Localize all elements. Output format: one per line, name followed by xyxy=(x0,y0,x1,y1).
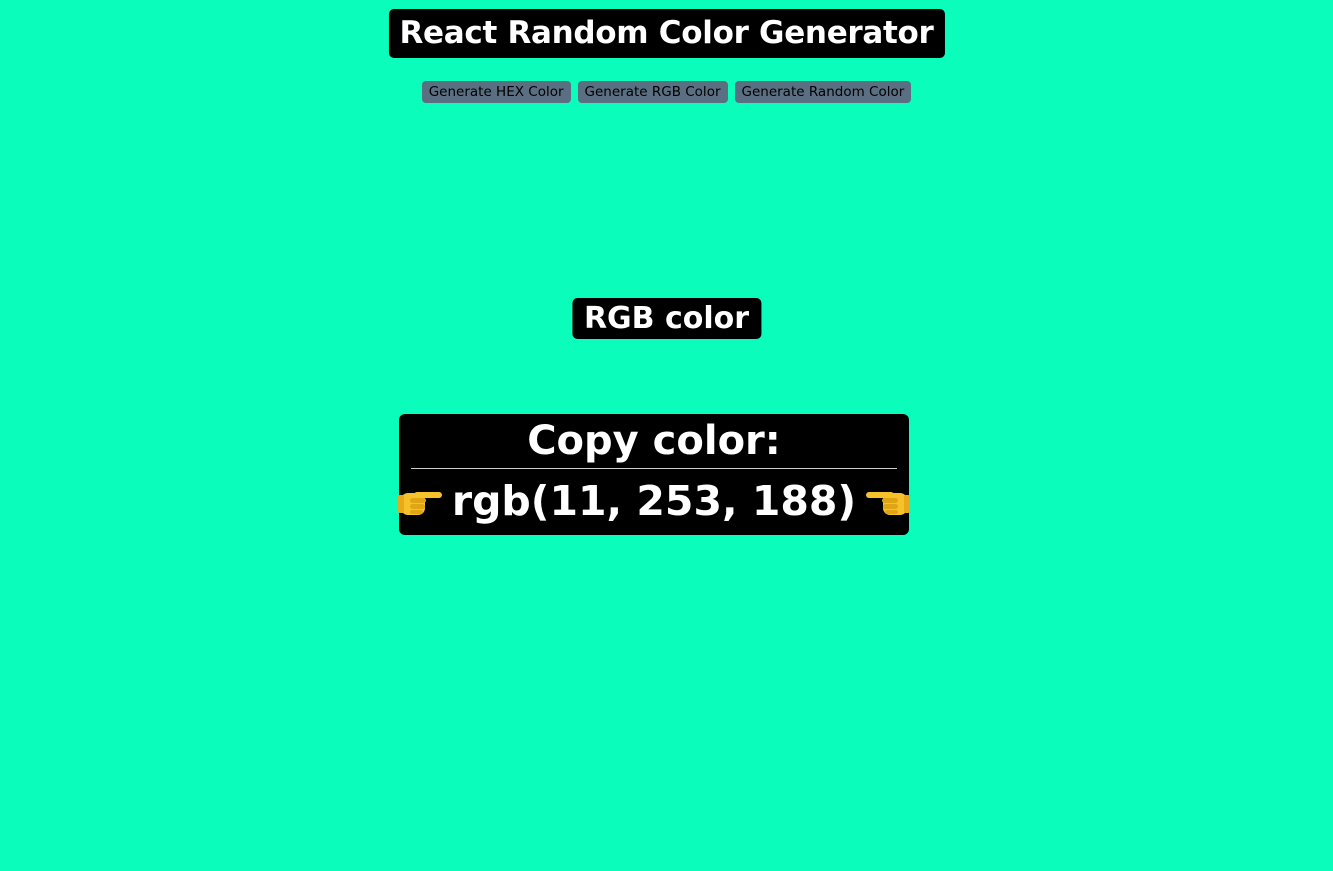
color-value: rgb(11, 253, 188) xyxy=(451,477,857,525)
app-root: React Random Color Generator Generate HE… xyxy=(0,0,1333,871)
toolbar: Generate HEX Color Generate RGB Color Ge… xyxy=(0,81,1333,103)
generate-rgb-button[interactable]: Generate RGB Color xyxy=(577,81,728,103)
pointing-right-hand-icon xyxy=(397,484,444,518)
generate-random-button[interactable]: Generate Random Color xyxy=(734,81,912,103)
color-mode-label: RGB color xyxy=(571,298,762,339)
generate-hex-button[interactable]: Generate HEX Color xyxy=(421,81,571,103)
color-value-row: rgb(11, 253, 188) xyxy=(397,469,911,533)
pointing-left-hand-icon xyxy=(864,484,911,518)
page-title: React Random Color Generator xyxy=(388,9,945,58)
copy-color-panel[interactable]: Copy color: rgb(11, 253, 188) xyxy=(397,414,911,535)
copy-heading: Copy color: xyxy=(527,418,781,464)
